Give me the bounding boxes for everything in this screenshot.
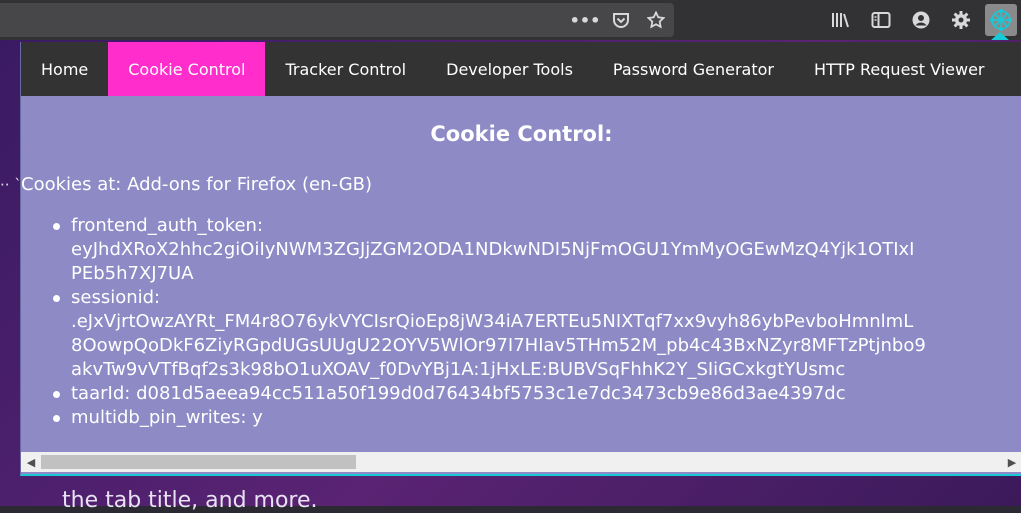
- scroll-left-icon[interactable]: ◀: [21, 452, 41, 472]
- pocket-icon[interactable]: [608, 3, 634, 37]
- list-item: taarId: d081d5aeea94cc511a50f199d0d76434…: [53, 382, 1021, 406]
- cookie-list: frontend_auth_token: eyJhdXRoX2hhc2giOiI…: [21, 214, 1021, 430]
- cookie-value-line: 8OowpQoDkF6ZiyRGpdUGsUUgU22OYV5WlOr97I7H…: [71, 335, 926, 356]
- account-icon[interactable]: [906, 5, 936, 35]
- cookie-value: d081d5aeea94cc511a50f199d0d76434bf5753c1…: [136, 383, 846, 404]
- cookie-value-line: .eJxVjrtOwzAYRt_FM4r8O76ykVYCIsrQioEp8jW…: [71, 311, 914, 332]
- page-bottom-text: the tab title, and more.: [62, 488, 318, 513]
- cookie-name: sessionid:: [71, 287, 161, 308]
- cookie-value-line: akvTw9vVTfBqf2s3k98bO1uXOAV_f0DvYBj1A:1j…: [71, 359, 846, 380]
- gear-icon[interactable]: [946, 5, 976, 35]
- sidebar-icon[interactable]: [866, 5, 896, 35]
- list-item: sessionid: .eJxVjrtOwzAYRt_FM4r8O76ykVYC…: [53, 286, 1021, 382]
- cookie-name: multidb_pin_writes:: [71, 407, 247, 428]
- tab-developer-tools[interactable]: Developer Tools: [426, 42, 593, 96]
- tab-tracker-control[interactable]: Tracker Control: [265, 42, 426, 96]
- cookie-value: y: [252, 407, 263, 428]
- page-text-fragment: ·· `: [0, 176, 22, 194]
- scroll-right-icon[interactable]: ▶: [1002, 452, 1021, 472]
- tab-home[interactable]: Home: [21, 42, 108, 96]
- star-icon[interactable]: [643, 3, 669, 37]
- horizontal-scrollbar[interactable]: ◀ ▶: [21, 452, 1021, 472]
- cookie-control-panel: Cookie Control: Cookies at: Add-ons for …: [21, 96, 1021, 452]
- scrollbar-thumb[interactable]: [41, 455, 356, 469]
- url-bar[interactable]: •••: [0, 3, 674, 37]
- cookie-name: frontend_auth_token:: [71, 215, 264, 236]
- tab-cookie-control[interactable]: Cookie Control: [108, 42, 266, 96]
- tab-password-generator[interactable]: Password Generator: [593, 42, 794, 96]
- cookie-value-line: PEb5h7XJ7UA: [71, 263, 194, 284]
- list-item: frontend_auth_token: eyJhdXRoX2hhc2giOiI…: [53, 214, 1021, 286]
- cookies-site-label: Cookies at: Add-ons for Firefox (en-GB): [21, 174, 373, 195]
- cookie-value-line: eyJhdXRoX2hhc2giOiIyNWM3ZGJjZGM2ODA1NDkw…: [71, 239, 915, 260]
- browser-toolbar: •••: [0, 0, 1021, 41]
- page-title: Cookie Control:: [430, 122, 613, 146]
- library-icon[interactable]: [826, 5, 856, 35]
- popup-nav: Home Cookie Control Tracker Control Deve…: [21, 42, 1021, 96]
- list-item: multidb_pin_writes: y: [53, 406, 1021, 430]
- tab-http-request-viewer[interactable]: HTTP Request Viewer: [794, 42, 1005, 96]
- extension-popup: Home Cookie Control Tracker Control Deve…: [20, 42, 1021, 476]
- cookie-name: taarId:: [71, 383, 131, 404]
- page-actions-icon[interactable]: •••: [570, 3, 601, 37]
